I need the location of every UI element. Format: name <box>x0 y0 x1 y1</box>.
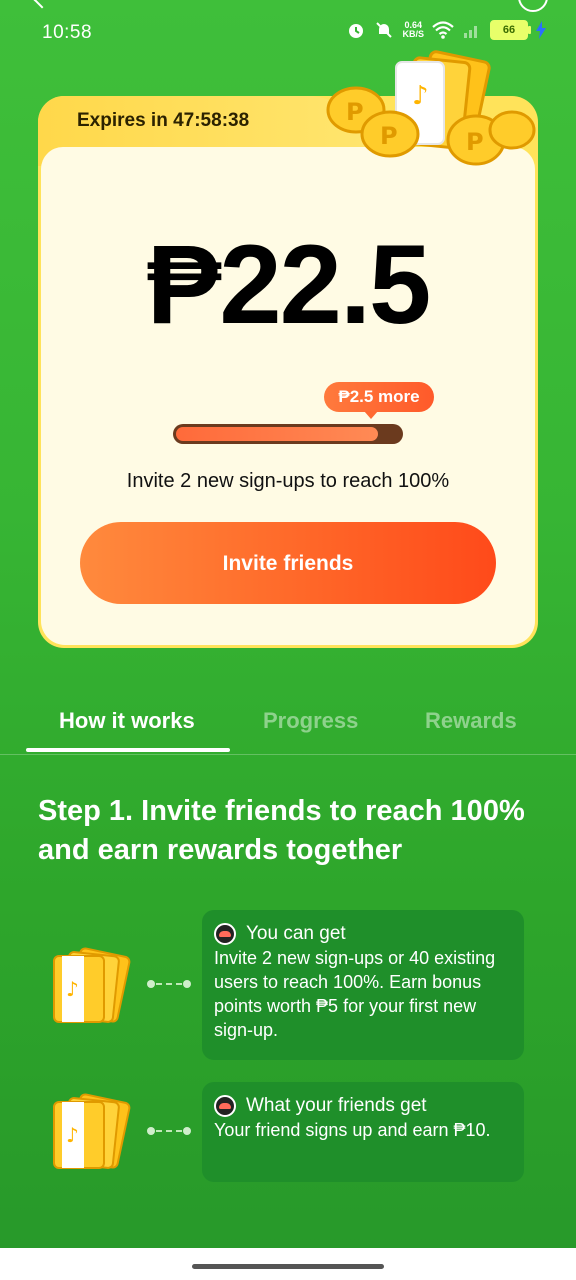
coins-illustration: ♪ P P P <box>326 50 536 166</box>
help-icon[interactable] <box>518 0 548 12</box>
tab-bar: How it works Progress Rewards <box>0 700 576 755</box>
avatar-icon <box>214 923 236 945</box>
network-speed: 0.64 KB/S <box>402 21 424 39</box>
avatar-icon <box>214 1095 236 1117</box>
active-tab-indicator <box>26 748 230 752</box>
friends-get-heading: What your friends get <box>214 1094 512 1118</box>
friends-get-box: What your friends get Your friend signs … <box>202 1082 524 1182</box>
home-indicator[interactable] <box>192 1264 384 1269</box>
connector-line <box>156 1130 182 1134</box>
charging-icon <box>536 21 546 39</box>
svg-text:P: P <box>346 98 364 126</box>
alarm-icon <box>349 24 364 38</box>
signal-icon <box>464 26 477 38</box>
tab-how-it-works[interactable]: How it works <box>59 708 195 734</box>
battery-indicator: 66 <box>490 20 531 40</box>
friends-get-body: Your friend signs up and earn ₱10. <box>214 1120 491 1140</box>
invite-friends-button[interactable]: Invite friends <box>80 522 496 604</box>
progress-bar <box>173 424 403 444</box>
speed-unit: KB/S <box>402 29 424 39</box>
svg-text:♪: ♪ <box>66 1123 79 1147</box>
remaining-amount-tooltip: ₱2.5 more <box>324 382 434 419</box>
progress-fill <box>176 427 378 441</box>
step-title: Step 1. Invite friends to reach 100% and… <box>38 795 525 866</box>
mute-bell-icon <box>376 22 393 38</box>
reward-card-icon: ♪ <box>53 1093 131 1169</box>
you-can-get-heading: You can get <box>214 922 512 946</box>
reward-amount: ₱22.5 <box>146 222 432 347</box>
friends-get-title: What your friends get <box>246 1095 427 1116</box>
tab-progress[interactable]: Progress <box>263 708 358 734</box>
connector-dot <box>183 980 191 988</box>
connector-dot <box>147 980 155 988</box>
you-can-get-title: You can get <box>246 923 346 944</box>
tab-rewards[interactable]: Rewards <box>425 708 517 734</box>
you-can-get-body: Invite 2 new sign-ups or 40 existing use… <box>214 948 496 1040</box>
svg-text:P: P <box>380 122 398 150</box>
back-arrow-icon[interactable] <box>33 0 51 9</box>
connector-line <box>156 983 182 987</box>
connector-dot <box>183 1127 191 1135</box>
invite-hint: Invite 2 new sign-ups to reach 100% <box>126 470 450 492</box>
reward-card-icon: ♪ <box>53 947 131 1023</box>
expiry-countdown: Expires in 47:58:38 <box>77 110 250 131</box>
you-can-get-box: You can get Invite 2 new sign-ups or 40 … <box>202 910 524 1060</box>
svg-text:P: P <box>466 128 484 156</box>
status-time: 10:58 <box>42 22 93 43</box>
svg-text:♪: ♪ <box>412 81 429 111</box>
svg-text:♪: ♪ <box>66 977 79 1001</box>
status-icons: 0.64 KB/S 66 <box>346 20 546 40</box>
connector-dot <box>147 1127 155 1135</box>
wifi-icon <box>432 21 454 39</box>
